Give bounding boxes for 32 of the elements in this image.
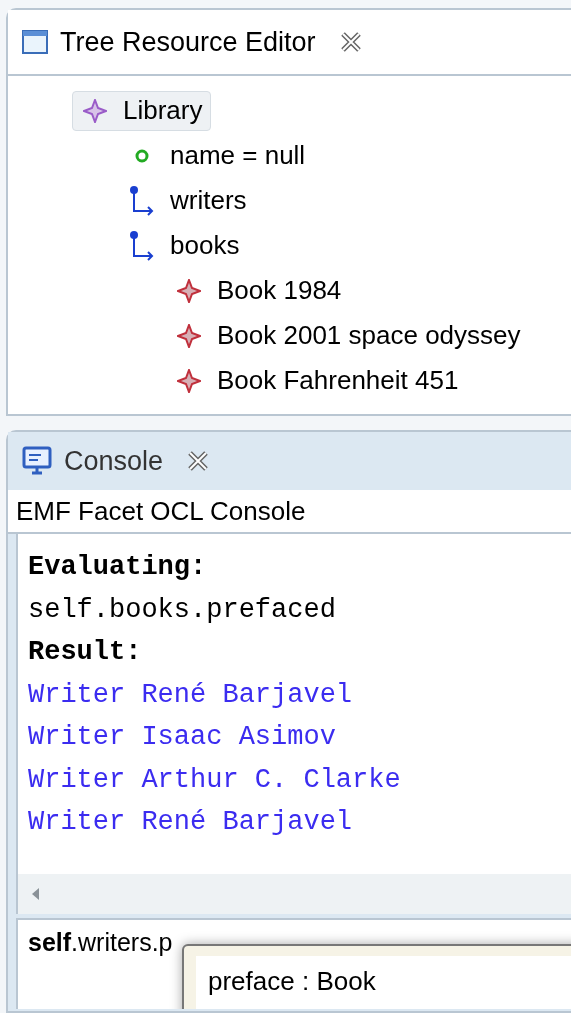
star-icon	[177, 323, 201, 348]
star-icon	[83, 98, 107, 123]
tab-title[interactable]: Tree Resource Editor	[60, 21, 316, 63]
close-icon[interactable]	[187, 450, 210, 472]
console-line: self.books.prefaced	[28, 593, 337, 627]
tree-item[interactable]: name = null	[119, 135, 315, 176]
reference-arrow-icon	[128, 184, 156, 217]
star-icon	[177, 368, 201, 393]
tree-item[interactable]: Book 1984	[166, 270, 351, 311]
console-line: Writer Isaac Asimov	[28, 721, 337, 754]
tree-item[interactable]: Book Fahrenheit 451	[166, 360, 468, 401]
window-icon	[22, 30, 48, 54]
console-line: Writer René Barjavel	[28, 678, 354, 712]
console-line: Evaluating:	[28, 551, 208, 584]
tree-item[interactable]: Book 2001 space odyssey	[166, 315, 530, 356]
tree-item[interactable]: books	[119, 225, 249, 266]
reference-arrow-icon	[128, 229, 156, 262]
close-icon[interactable]	[339, 31, 362, 53]
circle-icon	[135, 148, 149, 163]
tree-item[interactable]: writers	[119, 180, 256, 221]
tree-item[interactable]: Library	[72, 90, 212, 131]
console-name: EMF Facet OCL Console	[8, 490, 571, 534]
console-line: Writer René Barjavel	[28, 806, 354, 839]
horizontal-scrollbar[interactable]	[18, 874, 571, 914]
monitor-icon	[22, 446, 52, 476]
tab-title[interactable]: Console	[64, 440, 164, 482]
console-line: Result:	[28, 636, 143, 669]
scroll-left-icon[interactable]	[30, 887, 40, 901]
input-text: self.writers.p	[28, 928, 173, 956]
console-line: Writer Arthur C. Clarke	[28, 763, 402, 797]
star-icon	[177, 278, 201, 303]
input-field[interactable]: self.writers.p preface : Book	[16, 918, 571, 1009]
